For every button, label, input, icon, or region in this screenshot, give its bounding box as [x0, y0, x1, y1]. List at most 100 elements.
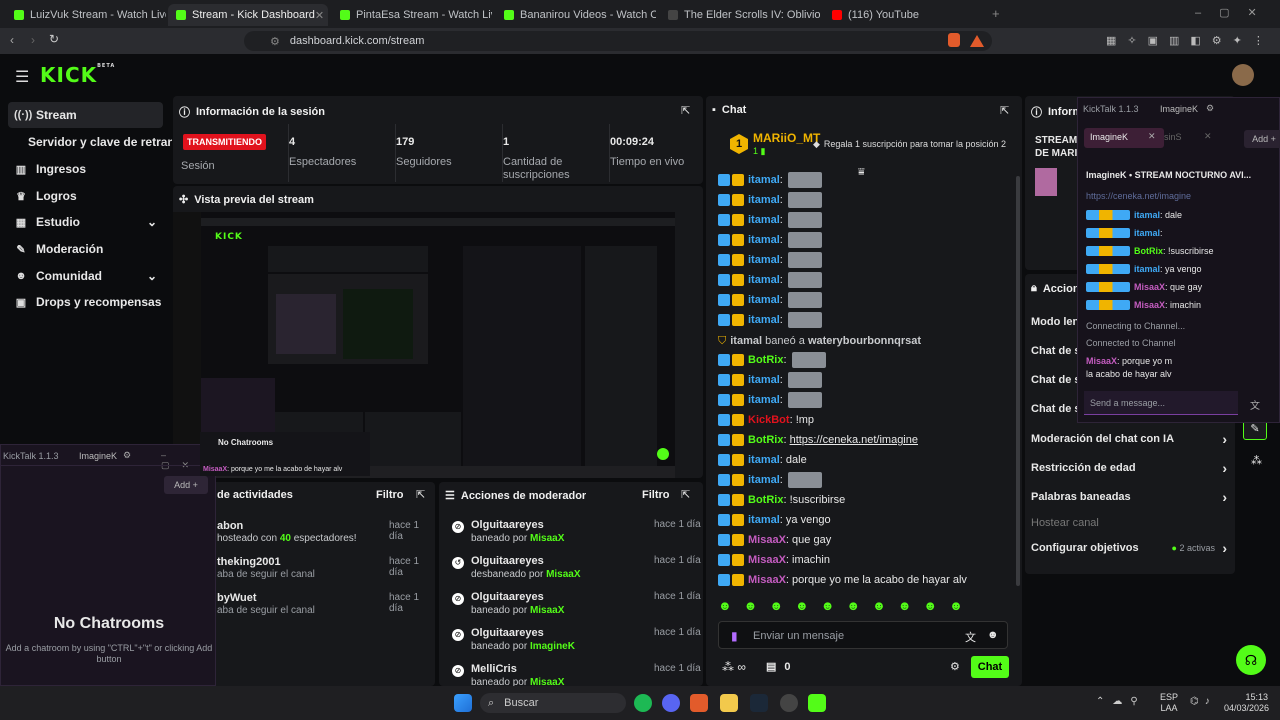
kicktalk-username[interactable]: itamal [1134, 228, 1160, 238]
system-tray-icons[interactable]: ⌃☁⚲ [1096, 696, 1146, 707]
sidebar-item-drops[interactable]: ▣ Drops y recompensas [8, 289, 163, 315]
sub-prompt[interactable]: ◆ Regala 1 suscripción para tomar la posi… [813, 139, 1006, 150]
action-item[interactable]: Configurar objetivos ● 2 activas › [1031, 540, 1229, 556]
browser-tab[interactable]: LuizVuk Stream - Watch Live on Kick [6, 4, 166, 26]
obs-icon[interactable] [780, 694, 798, 712]
chat-username[interactable]: BotRix [748, 494, 783, 506]
kicktalk-username[interactable]: BotRix [1134, 246, 1163, 256]
close-icon[interactable]: ✕ [1204, 131, 1212, 142]
popout-icon[interactable]: ⇱ [681, 488, 690, 501]
chat-username[interactable]: MisaaX [748, 534, 786, 546]
kicktalk-tab[interactable]: ImagineK [79, 451, 117, 461]
steam-icon[interactable] [750, 694, 768, 712]
clock[interactable]: 15:13 04/03/2026 [1224, 692, 1269, 714]
browser-tab[interactable]: PintaEsa Stream - Watch Live on Kick [332, 4, 492, 26]
reload-icon[interactable]: ↻ [49, 32, 59, 46]
points-icon[interactable]: ⁂ ∞ [722, 660, 746, 674]
chat-scrollbar[interactable] [1016, 176, 1020, 586]
back-icon[interactable]: ‹ [10, 33, 14, 47]
kicktalk-username[interactable]: itamal [1134, 264, 1160, 274]
translate-icon[interactable]: 文 [1250, 397, 1260, 412]
emote-icon[interactable]: ☻ [987, 629, 999, 641]
chat-username[interactable]: itamal [748, 314, 780, 326]
chat-text[interactable]: https://ceneka.net/imagine [790, 434, 918, 446]
sidebar-item-logros[interactable]: ♛ Logros [8, 183, 163, 209]
filter-button[interactable]: Filtro [642, 489, 670, 501]
brave-shield-icon[interactable] [948, 33, 960, 47]
url-field[interactable]: ⚙ dashboard.kick.com/stream [244, 31, 992, 51]
chat-username[interactable]: itamal [748, 254, 780, 266]
kicktalk-link[interactable]: https://ceneka.net/imagine [1086, 191, 1191, 201]
new-tab-icon[interactable]: + [992, 6, 1000, 21]
action-item[interactable]: Moderación del chat con IA › [1031, 431, 1229, 447]
sidebar-item-comunidad[interactable]: ☻ Comunidad ⌄ [8, 263, 163, 289]
sidebar-item-stream[interactable]: ((·)) Stream [8, 102, 163, 128]
kicktalk-input[interactable]: Send a message... [1084, 391, 1238, 415]
support-icon[interactable]: ☊ [1236, 645, 1266, 675]
kicktalk-username[interactable]: MisaaX [1134, 282, 1165, 292]
browser-tab[interactable]: (116) YouTube [824, 4, 984, 26]
channel-tab-active[interactable]: ImagineK ✕ [1084, 128, 1164, 148]
brave-icon[interactable] [690, 694, 708, 712]
browser-tab-active[interactable]: Stream - Kick Dashboard ✕ [168, 4, 328, 26]
chat-username[interactable]: itamal [748, 234, 780, 246]
collapse-icon[interactable]: ⩸ [858, 166, 865, 179]
filter-button[interactable]: Filtro [376, 489, 404, 501]
file-explorer-icon[interactable] [720, 694, 738, 712]
chat-username[interactable]: itamal [748, 474, 780, 486]
language-indicator[interactable]: ESP LAA [1160, 692, 1178, 714]
windows-start-icon[interactable] [454, 694, 472, 712]
mic-icon[interactable]: ▮ [731, 629, 738, 643]
spotify-icon[interactable] [634, 694, 652, 712]
browser-tab[interactable]: The Elder Scrolls IV: Oblivion Remaste [660, 4, 820, 26]
action-item[interactable]: Palabras baneadas › [1031, 489, 1229, 505]
window-controls[interactable]: –▢✕ [1195, 6, 1275, 19]
chat-username[interactable]: itamal [748, 454, 780, 466]
channel-tab[interactable]: sinS [1164, 132, 1182, 142]
taskbar-search[interactable]: ⌕ Buscar [480, 693, 626, 713]
chat-username[interactable]: itamal [748, 174, 780, 186]
chat-username[interactable]: MisaaX [748, 554, 786, 566]
chat-username[interactable]: itamal [748, 374, 780, 386]
chat-username[interactable]: itamal [748, 194, 780, 206]
close-tab-icon[interactable]: ✕ [315, 9, 324, 22]
kick-app-icon[interactable] [808, 694, 826, 712]
action-item[interactable]: Restricción de edad › [1031, 460, 1229, 476]
close-icon[interactable]: ✕ [1148, 131, 1156, 142]
chat-settings-icon[interactable]: ⚙ [950, 660, 960, 673]
action-item[interactable]: Hostear canal [1031, 517, 1229, 531]
avatar[interactable] [1232, 64, 1254, 86]
popout-icon[interactable]: ⇱ [1000, 104, 1009, 117]
translate-icon[interactable]: 文 [965, 629, 976, 645]
sidebar-subitem-server-key[interactable]: Servidor y clave de retransmisión [22, 129, 172, 155]
extensions-toolbar[interactable]: ▦✧▣▥◧⚙✦⋮ [1106, 34, 1264, 47]
network-volume-icons[interactable]: ⌬♪ [1190, 696, 1216, 707]
sidebar-item-moderacion[interactable]: ✎ Moderación [8, 236, 163, 262]
popout-icon[interactable]: ⇱ [416, 488, 425, 501]
pinned-user[interactable]: MARiiO_MT [753, 131, 820, 145]
browser-tab[interactable]: Bananirou Videos - Watch On-Deman [496, 4, 656, 26]
chat-username[interactable]: KickBot [748, 414, 790, 426]
chat-username[interactable]: BotRix [748, 354, 783, 366]
chat-username[interactable]: itamal [748, 394, 780, 406]
chat-username[interactable]: itamal [748, 294, 780, 306]
chat-input[interactable]: ▮ Enviar un mensaje 文 ☻ [718, 621, 1008, 649]
settings-icon[interactable]: ⚙ [1206, 103, 1214, 114]
settings-icon[interactable]: ⚙ [123, 450, 131, 461]
add-chatroom-button[interactable]: Add + [1244, 130, 1280, 148]
add-chatroom-button[interactable]: Add + [164, 476, 208, 494]
brave-rewards-icon[interactable] [970, 33, 984, 47]
send-chat-button[interactable]: Chat [971, 656, 1009, 678]
emote-picker-row[interactable]: ☻☻☻☻☻☻☻☻☻☻ [718, 598, 1008, 616]
discord-icon[interactable] [662, 694, 680, 712]
kicktalk-tab[interactable]: ImagineK [1160, 104, 1198, 114]
chat-username[interactable]: BotRix [748, 434, 783, 446]
kick-logo[interactable]: KICKBETA [40, 63, 115, 87]
chat-username[interactable]: itamal [748, 214, 780, 226]
chat-username[interactable]: itamal [748, 514, 780, 526]
forward-icon[interactable]: › [31, 33, 35, 47]
sidebar-item-ingresos[interactable]: ▥ Ingresos [8, 156, 163, 182]
chat-username[interactable]: itamal [748, 274, 780, 286]
kicktalk-username[interactable]: MisaaX [1134, 300, 1165, 310]
site-info-icon[interactable]: ⚙ [270, 35, 280, 48]
